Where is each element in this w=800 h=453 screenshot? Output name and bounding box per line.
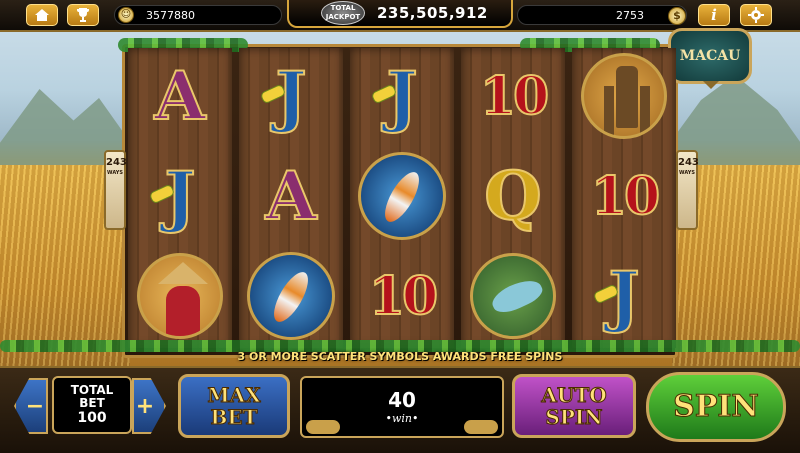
reel-symbol: J — [128, 148, 232, 244]
reel-symbol: Q — [461, 148, 565, 244]
macau-badge[interactable]: MACAU — [668, 28, 752, 89]
ways-count: 243 — [106, 157, 127, 168]
scarecrow-icon — [581, 53, 667, 139]
total-bet-label-line2: BET — [79, 396, 105, 410]
total-bet-label-line1: TOTAL — [70, 383, 114, 397]
gear-icon — [748, 7, 764, 23]
symbol-q: Q — [483, 157, 542, 235]
reel-2: JA — [239, 48, 343, 348]
bird-icon — [470, 253, 556, 339]
symbol-ten: 10 — [479, 65, 550, 128]
koi-icon — [247, 252, 335, 340]
symbol-ten: 10 — [590, 165, 661, 228]
symbol-a: A — [264, 157, 317, 235]
auto-spin-label-line1: AUTO — [541, 383, 607, 407]
jackpot-value: 235,505,912 — [377, 4, 488, 22]
ways-label: WAYS — [679, 170, 695, 176]
buy-coins-button[interactable]: $ — [668, 7, 686, 25]
scatter-info-text: 3 OR MORE SCATTER SYMBOLS AWARDS FREE SP… — [237, 350, 563, 363]
reel-symbol — [350, 148, 454, 244]
win-display: 40 •win• — [300, 376, 504, 438]
balance-value: 3577880 — [146, 8, 195, 22]
reel-symbol — [239, 248, 343, 344]
reel-symbol — [461, 248, 565, 344]
jackpot-logo-line1: TOTAL — [330, 4, 356, 12]
home-button[interactable] — [26, 4, 58, 26]
reel-symbol: 10 — [572, 148, 676, 244]
coins-value: 2753 — [616, 8, 644, 22]
reel-symbol: 10 — [461, 48, 565, 144]
reel-symbol: J — [239, 48, 343, 144]
total-bet-value: 100 — [77, 410, 107, 426]
win-value: 40 — [388, 388, 416, 412]
reel-symbol — [128, 248, 232, 344]
auto-spin-label-line2: SPIN — [545, 405, 603, 429]
reel-4: 10 Q — [461, 48, 565, 348]
koi-icon — [358, 152, 446, 240]
ways-indicator-left: 243 WAYS — [104, 150, 127, 230]
ways-indicator-right: 243 WAYS — [676, 150, 699, 230]
symbol-ten: 10 — [368, 265, 439, 328]
cloud-ornament — [464, 420, 498, 434]
reel-symbol: J — [572, 248, 676, 344]
reel-symbol: 10 — [350, 248, 454, 344]
girl-icon — [137, 253, 223, 339]
reel-1: AJ — [128, 48, 232, 348]
cloud-ornament — [306, 420, 340, 434]
leaderboard-button[interactable] — [67, 4, 99, 26]
spin-button[interactable]: SPIN — [646, 372, 786, 442]
home-icon — [35, 9, 49, 21]
reel-3: J 10 — [350, 48, 454, 348]
reel-symbol: J — [350, 48, 454, 144]
max-bet-label-line2: BET — [210, 405, 258, 429]
reel-symbol: A — [239, 148, 343, 244]
max-bet-button[interactable]: MAX BET — [178, 374, 290, 438]
jackpot-logo-line2: JACKPOT — [325, 13, 361, 21]
max-bet-label-line1: MAX — [207, 383, 261, 407]
symbol-a: A — [153, 57, 206, 135]
coins-display: 2753 — [517, 5, 687, 25]
ways-label: WAYS — [107, 170, 123, 176]
ways-count: 243 — [678, 157, 699, 168]
jackpot-logo: TOTAL JACKPOT — [321, 1, 365, 25]
info-button[interactable]: i — [698, 4, 730, 26]
total-jackpot-banner: TOTAL JACKPOT 235,505,912 — [287, 0, 513, 28]
auto-spin-button[interactable]: AUTO SPIN — [512, 374, 636, 438]
total-bet-display: TOTAL BET 100 — [52, 376, 132, 434]
reel-symbol — [572, 48, 676, 144]
total-bet-label: TOTAL BET — [54, 384, 130, 410]
trophy-icon — [77, 8, 89, 22]
balance-display: ☺ 3577880 — [114, 5, 282, 25]
settings-button[interactable] — [740, 4, 772, 26]
profile-icon: ☺ — [118, 7, 134, 23]
reel-5: 10 J — [572, 48, 676, 348]
reel-symbol: A — [128, 48, 232, 144]
